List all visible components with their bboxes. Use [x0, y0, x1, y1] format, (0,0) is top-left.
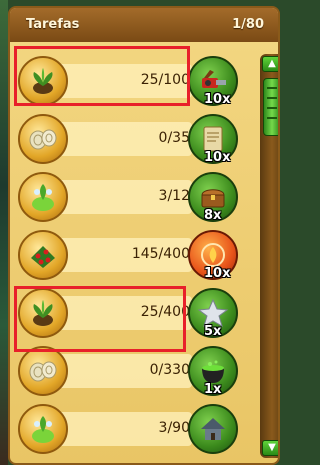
reward-multiplier: 5x: [204, 324, 222, 339]
task-progress: 3/12: [158, 188, 190, 204]
tasks-panel: Tarefas 1/80 25/100 10x 0/35 10x 3/12 8x…: [8, 6, 280, 465]
gem-plant-icon: [18, 172, 68, 222]
highlight-box: [14, 46, 190, 106]
task-counter: 1/80: [232, 17, 264, 32]
reward-multiplier: 8x: [204, 208, 222, 223]
task-progress: 0/35: [158, 130, 190, 146]
reward-multiplier: 10x: [204, 266, 231, 281]
scroll-down-button[interactable]: ▼: [262, 440, 278, 456]
scroll-up-button[interactable]: ▲: [262, 56, 278, 72]
reward-multiplier: 10x: [204, 92, 231, 107]
scroll-thumb[interactable]: [263, 78, 278, 136]
task-progress: 145/400: [131, 246, 190, 262]
background-edge: [0, 0, 8, 465]
reward-multiplier: 10x: [204, 150, 231, 165]
cut-wood-icon: [18, 114, 68, 164]
task-row[interactable]: 0/35 10x: [10, 110, 250, 168]
panel-title: Tarefas: [26, 17, 80, 32]
gem-plant-icon: [18, 404, 68, 454]
task-row[interactable]: 3/12 8x: [10, 168, 250, 226]
task-progress: 0/330: [149, 362, 190, 378]
task-progress: 3/90: [158, 420, 190, 436]
task-row[interactable]: 3/90: [10, 400, 250, 458]
scrollbar[interactable]: ▲ ▼: [260, 54, 278, 458]
reward-multiplier: 1x: [204, 382, 222, 397]
highlight-box: [14, 286, 186, 352]
task-row[interactable]: 145/400 10x: [10, 226, 250, 284]
panel-header: Tarefas 1/80: [10, 8, 278, 42]
house-icon[interactable]: [188, 404, 238, 454]
cut-wood-icon: [18, 346, 68, 396]
berry-bush-icon: [18, 230, 68, 280]
